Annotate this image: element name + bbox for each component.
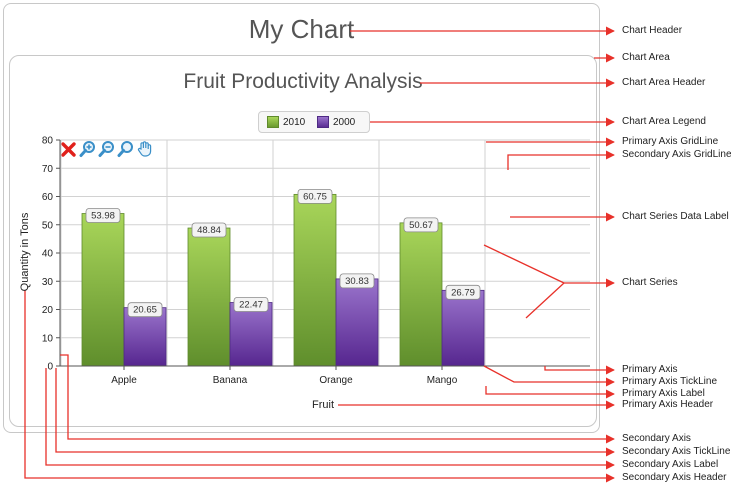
primary-tickline-pointer	[483, 365, 615, 387]
data-label: 26.79	[451, 287, 475, 298]
callout-secondary-tickline: Secondary Axis TickLine	[622, 446, 731, 457]
callout-primary-gridline: Primary Axis GridLine	[622, 136, 719, 147]
callout-secondary-label: Secondary Axis Label	[622, 459, 719, 470]
y-tick-label: 70	[42, 164, 54, 175]
y-tick-label: 0	[47, 362, 53, 373]
callout-secondary-gridline: Secondary Axis GridLine	[622, 149, 731, 160]
y-tick-label: 40	[42, 249, 54, 260]
y-tick-label: 80	[42, 136, 54, 147]
callout-chart-series: Chart Series	[622, 277, 678, 288]
chart-series-pointer-a	[483, 244, 565, 284]
callout-chart-area-legend: Chart Area Legend	[622, 116, 706, 127]
callout-chart-header: Chart Header	[622, 25, 683, 36]
data-label: 50.67	[409, 220, 433, 231]
data-label: 53.98	[91, 211, 115, 222]
callout-primary-label: Primary Axis Label	[622, 388, 705, 399]
primary-axis-pointer	[544, 365, 615, 375]
bar-2000-mango[interactable]	[441, 289, 485, 367]
bar-2010-mango[interactable]	[399, 222, 443, 367]
primary-label-pointer	[485, 386, 615, 399]
callout-primary-axis: Primary Axis	[622, 364, 678, 375]
callout-chart-area-header: Chart Area Header	[622, 77, 706, 88]
bar-2010-orange[interactable]	[293, 193, 337, 367]
y-axis-header: Quantity in Tons	[19, 212, 31, 292]
callout-primary-header: Primary Axis Header	[622, 399, 714, 410]
x-tick-label: Banana	[213, 375, 248, 386]
y-tick-label: 20	[42, 305, 54, 316]
plot-area: 0 10 20 30 40 50 60 70 80 Apple 53.98 20.65 Banana 48…	[24, 26, 615, 483]
y-tick-label: 10	[42, 333, 54, 344]
callout-secondary-header: Secondary Axis Header	[622, 472, 727, 483]
callout-secondary-axis: Secondary Axis	[622, 433, 691, 444]
x-axis-header: Fruit	[312, 399, 334, 411]
data-label: 22.47	[239, 300, 263, 311]
data-label: 30.83	[345, 276, 369, 287]
callout-primary-tickline: Primary Axis TickLine	[622, 376, 718, 387]
callout-chart-area: Chart Area	[622, 52, 670, 63]
x-tick-label: Orange	[319, 375, 353, 386]
x-tick-label: Mango	[427, 375, 458, 386]
chart-series-pointer-b	[525, 282, 565, 319]
bar-2000-banana[interactable]	[229, 302, 273, 367]
bar-2000-orange[interactable]	[335, 278, 379, 367]
y-tick-label: 50	[42, 220, 54, 231]
x-tick-label: Apple	[111, 375, 137, 386]
callout-data-label: Chart Series Data Label	[622, 211, 729, 222]
data-label: 48.84	[197, 225, 221, 236]
bar-2010-apple[interactable]	[81, 213, 125, 367]
y-tick-label: 60	[42, 192, 54, 203]
data-label: 60.75	[303, 191, 327, 202]
data-label: 20.65	[133, 305, 157, 316]
y-tick-label: 30	[42, 277, 54, 288]
bar-2010-banana[interactable]	[187, 227, 231, 367]
secondary-axis-pointer	[60, 354, 615, 444]
